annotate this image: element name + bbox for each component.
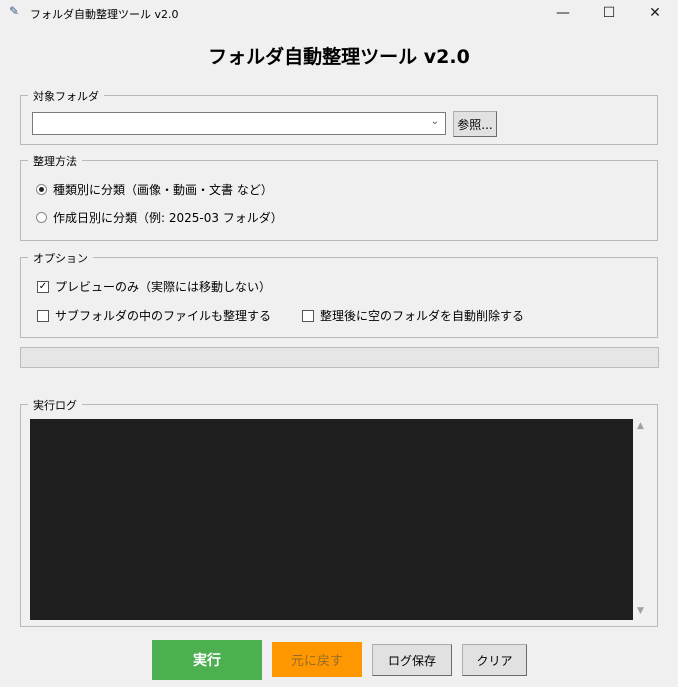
checkbox-subfolders[interactable]: サブフォルダの中のファイルも整理する (37, 307, 271, 324)
radio-icon[interactable] (36, 184, 47, 195)
maximize-button[interactable]: ☐ (586, 0, 632, 26)
scroll-up-icon[interactable]: ▲ (637, 421, 644, 431)
log-label: 実行ログ (28, 397, 82, 413)
minimize-button[interactable]: — (540, 0, 586, 26)
folder-combobox[interactable]: ⌄ (32, 112, 446, 135)
feather-icon: ✎ (9, 4, 20, 18)
progress-bar (20, 347, 659, 368)
scroll-down-icon[interactable]: ▼ (637, 606, 644, 616)
radio-icon[interactable] (36, 212, 47, 223)
run-button[interactable]: 実行 (152, 640, 262, 680)
radio-by-type[interactable]: 種類別に分類（画像・動画・文書 など） (36, 181, 273, 198)
radio-label: 種類別に分類（画像・動画・文書 など） (53, 183, 273, 197)
checkbox-label: サブフォルダの中のファイルも整理する (55, 309, 272, 323)
method-label: 整理方法 (28, 153, 82, 169)
checkbox-label: プレビューのみ（実際には移動しない） (55, 280, 272, 294)
close-button[interactable]: ✕ (632, 0, 678, 26)
checkbox-delete-empty[interactable]: 整理後に空のフォルダを自動削除する (302, 307, 524, 324)
log-textarea[interactable] (30, 419, 633, 620)
clear-button[interactable]: クリア (462, 644, 527, 676)
checkbox-icon[interactable] (37, 309, 49, 322)
options-label: オプション (28, 250, 93, 266)
method-frame: 整理方法 (20, 153, 658, 241)
title-bar: ✎ フォルダ自動整理ツール v2.0 — ☐ ✕ (0, 0, 678, 26)
radio-by-date[interactable]: 作成日別に分類（例: 2025-03 フォルダ） (36, 209, 283, 226)
target-folder-label: 対象フォルダ (28, 88, 104, 104)
page-title: フォルダ自動整理ツール v2.0 (208, 46, 470, 68)
checkbox-icon[interactable] (302, 309, 314, 322)
checkbox-label: 整理後に空のフォルダを自動削除する (320, 309, 525, 323)
radio-label: 作成日別に分類（例: 2025-03 フォルダ） (53, 211, 283, 225)
browse-button[interactable]: 参照... (453, 111, 497, 137)
options-frame: オプション (20, 250, 658, 338)
undo-button[interactable]: 元に戻す (272, 642, 362, 677)
checkmark-icon[interactable]: ✓ (37, 280, 49, 293)
save-log-button[interactable]: ログ保存 (372, 644, 452, 676)
chevron-down-icon[interactable]: ⌄ (431, 116, 439, 127)
checkbox-preview[interactable]: ✓ プレビューのみ（実際には移動しない） (37, 278, 271, 295)
window-title: フォルダ自動整理ツール v2.0 (30, 8, 179, 21)
